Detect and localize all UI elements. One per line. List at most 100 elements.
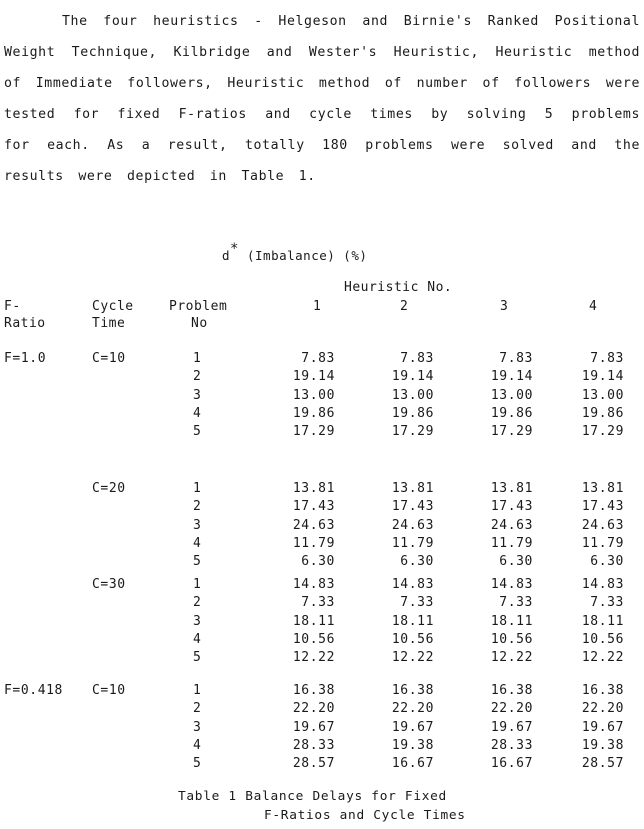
imbalance-value-h4: 17.43: [581, 499, 624, 515]
imbalance-value-h2: 11.79: [391, 535, 434, 551]
imbalance-value-h3: 19.67: [490, 719, 533, 735]
cycle-time-label: C=20: [92, 481, 126, 496]
imbalance-value-h1: 6.30: [301, 554, 335, 570]
imbalance-value-h3: 10.56: [490, 631, 533, 647]
header-cycle-line1: Cycle: [92, 299, 134, 314]
imbalance-value-h4: 17.29: [581, 424, 624, 440]
imbalance-value-h4: 13.00: [581, 387, 624, 403]
imbalance-value-h2: 24.63: [391, 517, 434, 533]
problem-number: 4: [193, 631, 202, 647]
problem-number: 1: [193, 577, 202, 592]
imbalance-value-h4: 28.57: [581, 756, 624, 772]
imbalance-value-h3: 17.29: [490, 424, 533, 440]
imbalance-value-h1: 12.22: [292, 650, 335, 666]
header-cycle-line2: Time: [92, 316, 126, 331]
imbalance-value-h3: 6.30: [499, 554, 533, 570]
imbalance-value-h3: 14.83: [490, 577, 533, 592]
imbalance-value-h3: 19.86: [490, 405, 533, 421]
problem-number: 1: [193, 683, 202, 698]
imbalance-value-h4: 12.22: [581, 650, 624, 666]
imbalance-value-h1: 7.33: [301, 595, 335, 611]
problem-number: 5: [193, 650, 202, 666]
imbalance-value-h4: 14.83: [581, 577, 624, 592]
header-heuristic-3: 3: [500, 299, 509, 314]
imbalance-value-h1: 24.63: [292, 517, 335, 533]
imbalance-value-h1: 10.56: [292, 631, 335, 647]
imbalance-value-h4: 19.67: [581, 719, 624, 735]
imbalance-value-h2: 18.11: [391, 613, 434, 629]
subtitle-text: (Imbalance) (%): [247, 248, 368, 264]
subtitle-symbol: d: [222, 248, 231, 264]
imbalance-value-h4: 16.38: [581, 683, 624, 698]
table-subtitle: d* (Imbalance) (%): [222, 241, 368, 264]
f-ratio-label: F=1.0: [4, 351, 47, 366]
imbalance-value-h1: 19.86: [292, 405, 335, 421]
imbalance-value-h2: 16.67: [391, 756, 434, 772]
imbalance-value-h3: 12.22: [490, 650, 533, 666]
imbalance-value-h2: 19.38: [391, 737, 434, 753]
imbalance-value-h3: 7.33: [499, 595, 533, 611]
paragraph-text: The four heuristics - Helgeson and Birni…: [4, 14, 640, 184]
imbalance-value-h1: 16.38: [292, 683, 335, 698]
imbalance-value-h4: 11.79: [581, 535, 624, 551]
imbalance-value-h2: 7.83: [400, 351, 434, 366]
imbalance-value-h4: 19.86: [581, 405, 624, 421]
header-f-ratio-line1: F-: [4, 299, 21, 314]
imbalance-value-h1: 13.00: [292, 387, 335, 403]
imbalance-value-h1: 18.11: [292, 613, 335, 629]
problem-number: 2: [193, 499, 202, 515]
imbalance-value-h2: 14.83: [391, 577, 434, 592]
caption-line2: F-Ratios and Cycle Times: [264, 808, 466, 823]
imbalance-value-h2: 22.20: [391, 701, 434, 717]
imbalance-value-h2: 6.30: [400, 554, 434, 570]
imbalance-value-h2: 13.81: [391, 481, 434, 496]
problem-number: 3: [193, 517, 202, 533]
problem-number: 4: [193, 405, 202, 421]
imbalance-value-h4: 24.63: [581, 517, 624, 533]
imbalance-value-h1: 17.29: [292, 424, 335, 440]
imbalance-value-h4: 13.81: [581, 481, 624, 496]
imbalance-value-h3: 13.81: [490, 481, 533, 496]
imbalance-value-h2: 17.29: [391, 424, 434, 440]
imbalance-value-h1: 13.81: [292, 481, 335, 496]
caption-line1: Table 1 Balance Delays for Fixed: [178, 789, 447, 804]
imbalance-value-h4: 6.30: [590, 554, 624, 570]
problem-number: 2: [193, 595, 202, 611]
imbalance-value-h2: 12.22: [391, 650, 434, 666]
problem-number: 1: [193, 351, 202, 366]
imbalance-value-h3: 7.83: [499, 351, 533, 366]
imbalance-value-h1: 28.57: [292, 756, 335, 772]
imbalance-value-h4: 19.14: [581, 369, 624, 385]
imbalance-value-h3: 24.63: [490, 517, 533, 533]
imbalance-value-h4: 10.56: [581, 631, 624, 647]
body-paragraph: The four heuristics - Helgeson and Birni…: [4, 6, 640, 192]
imbalance-value-h3: 16.67: [490, 756, 533, 772]
imbalance-value-h1: 17.43: [292, 499, 335, 515]
header-problem-line2: No: [191, 316, 208, 331]
imbalance-value-h1: 14.83: [292, 577, 335, 592]
subtitle-superscript: *: [230, 241, 239, 257]
imbalance-value-h3: 13.00: [490, 387, 533, 403]
problem-number: 3: [193, 719, 202, 735]
problem-number: 4: [193, 737, 202, 753]
imbalance-value-h1: 19.67: [292, 719, 335, 735]
imbalance-value-h3: 19.14: [490, 369, 533, 385]
imbalance-value-h3: 16.38: [490, 683, 533, 698]
cycle-time-label: C=10: [92, 683, 126, 698]
imbalance-value-h1: 19.14: [292, 369, 335, 385]
imbalance-value-h4: 22.20: [581, 701, 624, 717]
problem-number: 5: [193, 424, 202, 440]
imbalance-value-h3: 18.11: [490, 613, 533, 629]
imbalance-value-h2: 10.56: [391, 631, 434, 647]
table-caption: Table 1 Balance Delays for Fixed F-Ratios…: [178, 787, 466, 825]
f-ratio-label: F=0.418: [4, 683, 63, 698]
problem-number: 5: [193, 554, 202, 570]
cycle-time-label: C=30: [92, 577, 126, 592]
imbalance-value-h1: 22.20: [292, 701, 335, 717]
header-heuristic-4: 4: [589, 299, 598, 314]
imbalance-value-h2: 19.86: [391, 405, 434, 421]
imbalance-value-h1: 11.79: [292, 535, 335, 551]
header-problem-line1: Problem: [169, 299, 228, 314]
header-f-ratio-line2: Ratio: [4, 316, 46, 331]
imbalance-value-h2: 19.67: [391, 719, 434, 735]
